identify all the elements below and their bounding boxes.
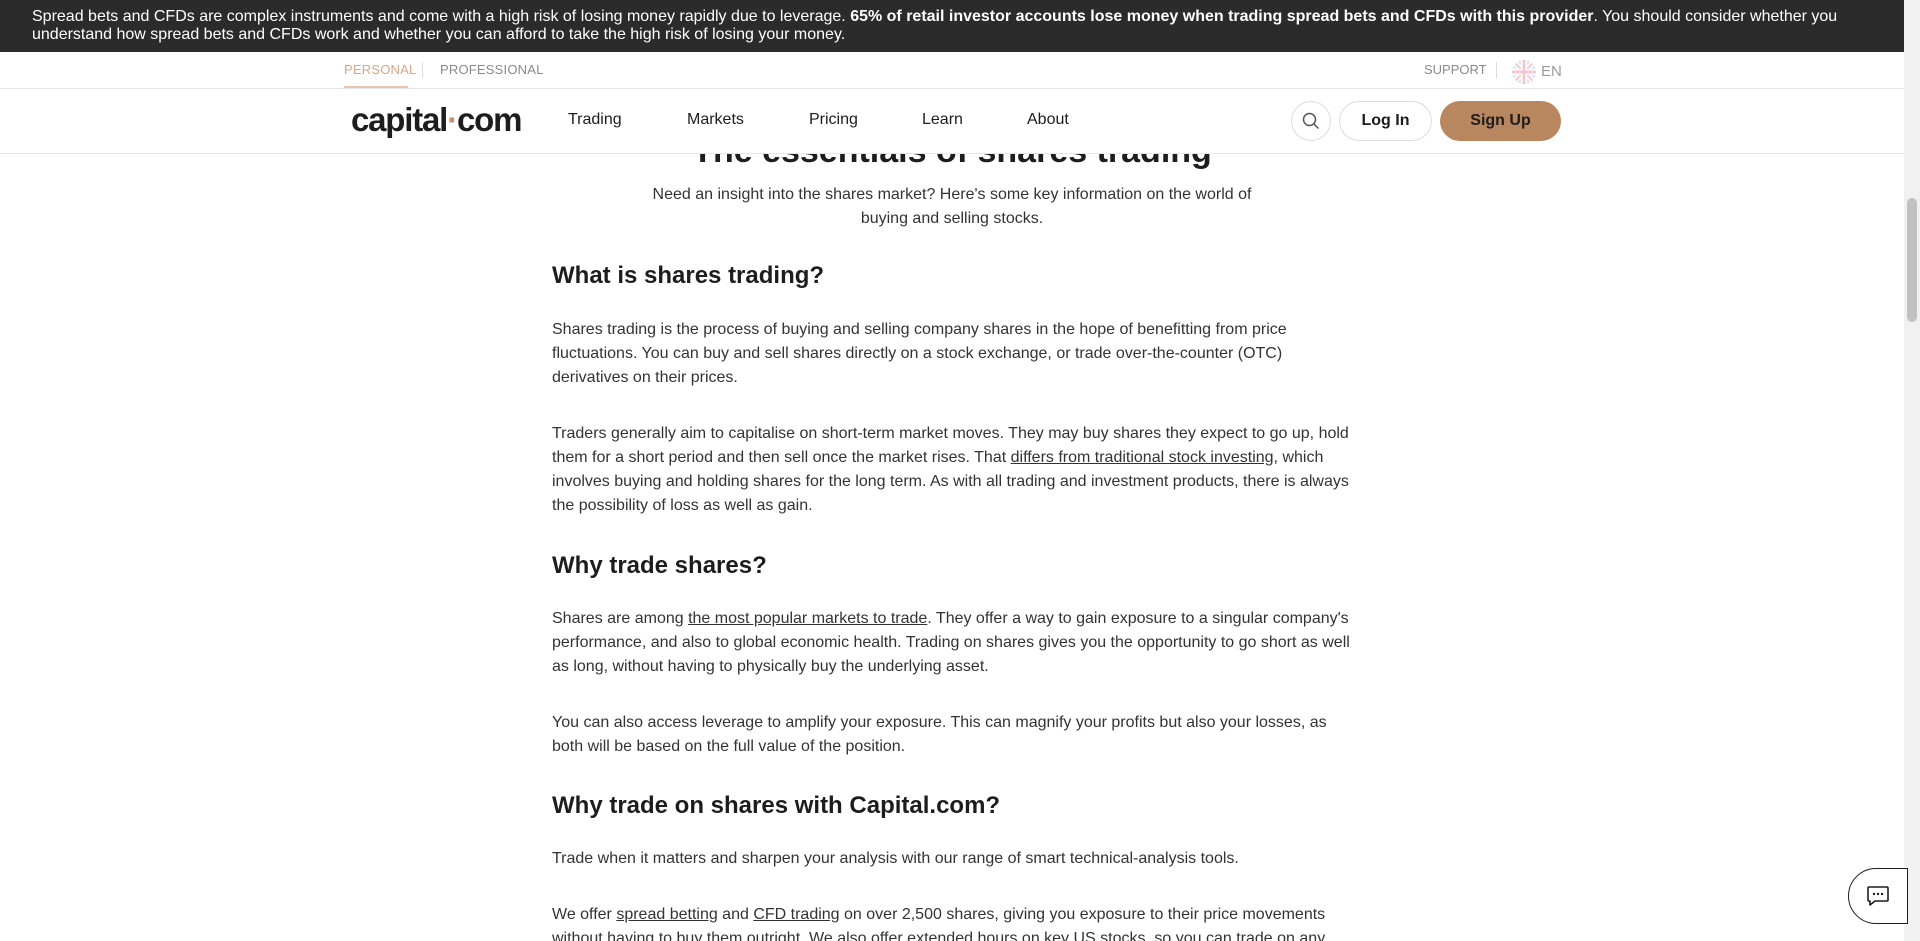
section-heading-why-capital: Why trade on shares with Capital.com? (552, 792, 1001, 819)
spread-betting-link[interactable]: spread betting (616, 906, 717, 923)
nav-item-pricing[interactable]: Pricing (809, 111, 858, 129)
main-navigation: capital·com Trading Markets Pricing Lear… (0, 89, 1904, 154)
segment-personal-link[interactable]: PERSONAL (344, 62, 416, 77)
capital-com-logo[interactable]: capital·com (351, 101, 522, 139)
nav-item-trading[interactable]: Trading (568, 111, 622, 129)
language-selector[interactable]: EN (1541, 63, 1562, 80)
section-paragraph: Shares are among the most popular market… (552, 607, 1352, 679)
cfd-trading-link[interactable]: CFD trading (753, 906, 839, 923)
section-heading-why-trade: Why trade shares? (552, 552, 767, 579)
risk-warning-text: Spread bets and CFDs are complex instrum… (32, 8, 851, 25)
risk-warning-bold: 65% of retail investor accounts lose mon… (850, 8, 1594, 25)
scrollbar-thumb[interactable] (1907, 198, 1917, 322)
signup-button[interactable]: Sign Up (1440, 101, 1561, 141)
section-paragraph: Shares trading is the process of buying … (552, 321, 1287, 386)
page-scrollbar[interactable] (1904, 0, 1920, 941)
paragraph-text: We offer (552, 906, 617, 923)
paragraph-text: and (717, 906, 754, 923)
segment-bar: PERSONAL PROFESSIONAL SUPPORT EN (0, 52, 1904, 89)
chat-button[interactable] (1848, 868, 1908, 924)
segment-professional-link[interactable]: PROFESSIONAL (440, 62, 544, 77)
popular-markets-link[interactable]: the most popular markets to trade (688, 610, 927, 627)
section-paragraph: Traders generally aim to capitalise on s… (552, 422, 1352, 518)
nav-item-about[interactable]: About (1027, 111, 1069, 129)
stock-investing-link[interactable]: differs from traditional stock investing (1011, 449, 1274, 466)
support-link[interactable]: SUPPORT (1424, 62, 1487, 77)
segment-active-indicator (344, 86, 408, 88)
segment-divider (422, 62, 423, 78)
page-title: The essentials of shares trading (0, 154, 1904, 171)
section-paragraph: We offer spread betting and CFD trading … (552, 903, 1352, 941)
logo-text-right: com (456, 101, 522, 138)
chat-icon (1867, 886, 1889, 906)
uk-flag-icon[interactable] (1512, 60, 1536, 84)
section-heading-what-is: What is shares trading? (552, 262, 825, 289)
paragraph-text: Shares are among (552, 610, 689, 627)
nav-item-markets[interactable]: Markets (687, 111, 744, 129)
login-button[interactable]: Log In (1339, 101, 1432, 141)
language-divider (1496, 62, 1497, 78)
risk-warning-banner: Spread bets and CFDs are complex instrum… (0, 0, 1904, 52)
section-paragraph: Trade when it matters and sharpen your a… (552, 850, 1239, 867)
logo-dot: · (447, 101, 458, 138)
search-icon (1302, 112, 1320, 130)
logo-text-left: capital (351, 101, 448, 138)
article-content: The essentials of shares trading Need an… (0, 154, 1904, 941)
section-paragraph: You can also access leverage to amplify … (552, 714, 1327, 755)
search-button[interactable] (1291, 101, 1331, 141)
article-intro: Need an insight into the shares market? … (652, 186, 1252, 227)
nav-item-learn[interactable]: Learn (922, 111, 963, 129)
